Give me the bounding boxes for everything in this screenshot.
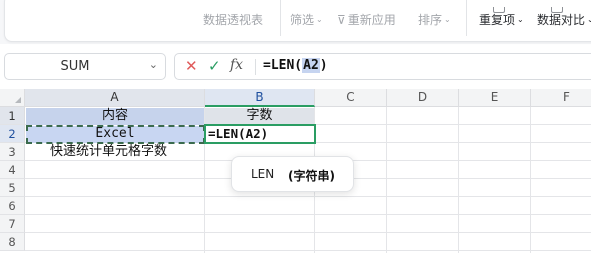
sort-button[interactable]: 排序 ⌄ <box>418 11 451 28</box>
row-header-2[interactable]: 2 <box>0 125 25 143</box>
filter-button[interactable]: 筛选 ⌄ <box>290 11 323 28</box>
row-header-7[interactable]: 7 <box>0 215 25 233</box>
cell-a1[interactable]: 内容 <box>26 107 204 125</box>
row-header-1[interactable]: 1 <box>0 107 25 125</box>
row-header-4[interactable]: 4 <box>0 161 25 179</box>
gridline <box>458 107 459 253</box>
name-box[interactable]: SUM ⌄ <box>4 53 166 80</box>
data-compare-label: 数据对比 <box>537 13 586 27</box>
row-header-8[interactable]: 8 <box>0 233 25 251</box>
column-header-b[interactable]: B <box>205 89 315 107</box>
insert-function-icon[interactable]: fx <box>230 57 243 73</box>
select-all-icon <box>15 97 21 103</box>
data-compare-icon <box>551 7 563 13</box>
formula-bar-divider <box>255 59 256 75</box>
gridline <box>25 214 591 215</box>
formula-bar[interactable]: ✕ ✓ fx =LEN(A2) <box>174 53 591 80</box>
chevron-down-icon: ⌄ <box>444 15 451 24</box>
chevron-down-icon: ⌄ <box>587 15 591 24</box>
select-all-corner[interactable] <box>0 89 25 107</box>
formula-input[interactable]: =LEN(A2) <box>263 58 328 73</box>
reapply-button[interactable]: ⊽ 重新应用 <box>337 11 396 28</box>
function-hint-tooltip: LEN (字符串) <box>231 156 354 192</box>
tooltip-argument: (字符串) <box>288 169 335 183</box>
reapply-label: 重新应用 <box>347 13 396 27</box>
chevron-down-icon[interactable]: ⌄ <box>149 58 158 71</box>
gridline <box>530 107 531 253</box>
row-header-5[interactable]: 5 <box>0 179 25 197</box>
column-header-d[interactable]: D <box>387 89 459 107</box>
column-header-a[interactable]: A <box>25 89 205 107</box>
gridline <box>386 107 387 253</box>
gridline <box>25 232 591 233</box>
gridline <box>25 196 591 197</box>
column-header-c[interactable]: C <box>315 89 387 107</box>
data-compare-button[interactable]: 数据对比 ⌄ <box>537 7 591 28</box>
funnel-icon: ⊽ <box>337 12 346 27</box>
pivot-table-button[interactable]: 数据透视表 <box>203 11 263 28</box>
duplicates-icon <box>493 7 505 13</box>
sort-label: 排序 <box>418 13 443 27</box>
tooltip-function-name[interactable]: LEN <box>251 167 274 181</box>
name-box-value: SUM <box>60 59 90 74</box>
row-header-3[interactable]: 3 <box>0 143 25 161</box>
gridline <box>25 250 591 251</box>
cell-a2[interactable]: Excel <box>26 125 204 143</box>
cell-b2-editor[interactable]: =LEN(A2) <box>208 125 313 143</box>
ribbon-divider <box>466 0 467 36</box>
pivot-table-label: 数据透视表 <box>203 13 264 27</box>
chevron-down-icon: ⌄ <box>517 15 524 24</box>
cancel-icon[interactable]: ✕ <box>185 57 198 75</box>
cell-a3[interactable]: 快速统计单元格字数 <box>50 143 200 161</box>
formula-prefix: =LEN( <box>263 58 303 73</box>
formula-suffix: ) <box>319 58 328 73</box>
cell-b1[interactable]: 字数 <box>205 107 314 125</box>
chevron-down-icon: ⌄ <box>316 15 323 24</box>
formula-argument-ref: A2 <box>302 58 320 73</box>
ribbon: 数据透视表 筛选 ⌄ ⊽ 重新应用 排序 ⌄ 重复项 ⌄ 数据对比 ⌄ <box>0 0 591 44</box>
confirm-icon[interactable]: ✓ <box>208 57 221 75</box>
column-header-e[interactable]: E <box>459 89 531 107</box>
filter-label: 筛选 <box>290 13 315 27</box>
row-header-6[interactable]: 6 <box>0 197 25 215</box>
ribbon-divider <box>280 0 281 36</box>
column-header-f[interactable]: F <box>531 89 591 107</box>
duplicates-label: 重复项 <box>479 13 516 27</box>
duplicates-button[interactable]: 重复项 ⌄ <box>479 7 524 28</box>
